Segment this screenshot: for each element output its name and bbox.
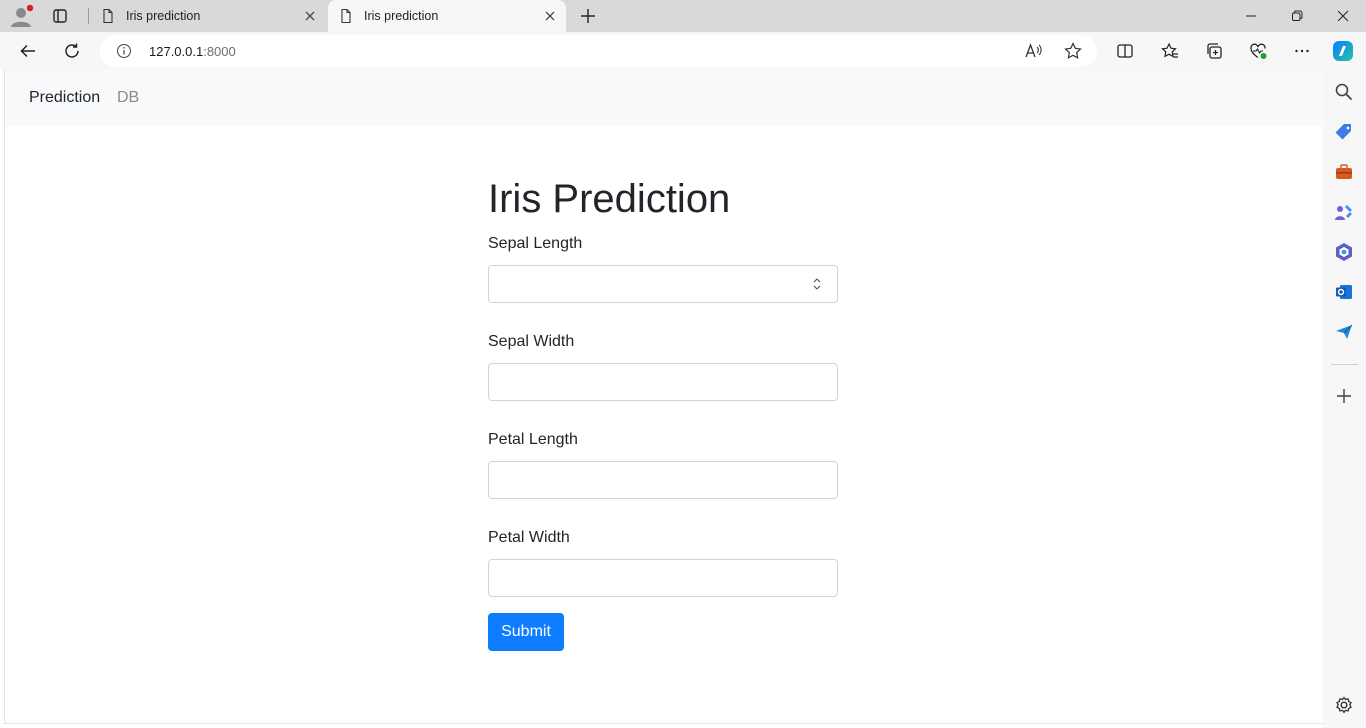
read-aloud-icon[interactable] (1021, 39, 1045, 63)
restore-icon[interactable] (1274, 0, 1320, 32)
petal-width-label: Petal Width (488, 529, 570, 546)
url-port: :8000 (203, 44, 236, 59)
tools-icon[interactable] (1334, 162, 1354, 182)
more-icon[interactable] (1290, 39, 1314, 63)
nav-link-db[interactable]: DB (117, 89, 139, 107)
sepal-length-label: Sepal Length (488, 235, 583, 252)
browser-toolbar: 127.0.0.1:8000 (0, 32, 1366, 70)
sepal-width-input[interactable] (488, 363, 838, 401)
sepal-width-label: Sepal Width (488, 333, 575, 350)
profile-icon[interactable] (8, 4, 34, 28)
info-icon[interactable] (116, 43, 132, 59)
outlook-icon[interactable] (1334, 282, 1354, 302)
url-text: 127.0.0.1:8000 (149, 44, 236, 59)
document-icon (338, 8, 354, 24)
window-close-icon[interactable] (1320, 0, 1366, 32)
tab-actions-icon[interactable] (48, 4, 72, 28)
copilot-icon[interactable] (1331, 39, 1355, 63)
favorites-icon[interactable] (1158, 39, 1182, 63)
page-title: Iris Prediction (488, 177, 731, 221)
address-bar[interactable]: 127.0.0.1:8000 (100, 35, 1097, 67)
shopping-tag-icon[interactable] (1334, 122, 1354, 142)
microsoft-365-icon[interactable] (1334, 242, 1354, 262)
petal-length-label: Petal Length (488, 431, 578, 448)
field-gap (488, 499, 840, 521)
url-host: 127.0.0.1 (149, 44, 204, 59)
add-icon[interactable] (1334, 386, 1354, 406)
new-tab-icon[interactable] (576, 4, 600, 28)
field-gap (488, 303, 840, 325)
sidebar-separator (1331, 364, 1358, 365)
settings-icon[interactable] (1334, 695, 1354, 715)
field-gap (488, 401, 840, 423)
tab-iris-prediction-2[interactable]: Iris prediction (328, 0, 566, 32)
nav-link-prediction[interactable]: Prediction (29, 89, 100, 107)
browser-tab-strip: Iris prediction Iris prediction (0, 0, 1366, 32)
petal-length-input[interactable] (488, 461, 838, 499)
number-spinner-icon[interactable] (812, 276, 822, 292)
tab-title: Iris prediction (364, 9, 439, 23)
browser-essentials-icon[interactable] (1246, 39, 1270, 63)
prediction-form: Iris Prediction Sepal Length Sepal Width… (488, 172, 840, 651)
page-viewport: Prediction DB Iris Prediction Sepal Leng… (4, 70, 1323, 724)
tab-title: Iris prediction (126, 9, 201, 23)
refresh-icon[interactable] (60, 39, 84, 63)
close-icon[interactable] (298, 4, 322, 28)
tab-separator (88, 8, 89, 24)
close-icon[interactable] (538, 4, 562, 28)
search-icon[interactable] (1334, 82, 1354, 102)
games-icon[interactable] (1334, 202, 1354, 222)
favorite-star-icon[interactable] (1061, 39, 1085, 63)
document-icon (100, 8, 116, 24)
minimize-icon[interactable] (1228, 0, 1274, 32)
submit-button[interactable]: Submit (488, 613, 564, 651)
send-icon[interactable] (1334, 322, 1354, 342)
navbar: Prediction DB (5, 70, 1323, 126)
edge-sidebar (1323, 70, 1366, 728)
petal-width-input[interactable] (488, 559, 838, 597)
back-icon[interactable] (16, 39, 40, 63)
split-screen-icon[interactable] (1113, 39, 1137, 63)
tab-iris-prediction-1[interactable]: Iris prediction (90, 0, 326, 32)
collections-icon[interactable] (1202, 39, 1226, 63)
sepal-length-input[interactable] (488, 265, 838, 303)
